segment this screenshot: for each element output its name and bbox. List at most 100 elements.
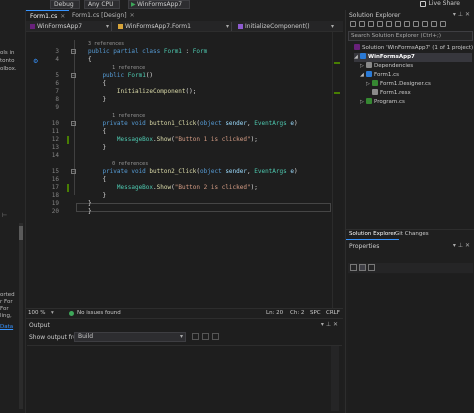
class-dropdown[interactable]: WinFormsApp7.Form1 ▾	[116, 22, 232, 31]
whitespace-status[interactable]: SPC	[310, 309, 321, 318]
zoom-level[interactable]: 100 %	[28, 309, 45, 318]
code-line[interactable]: 11 {	[26, 128, 331, 136]
line-number: 10	[51, 120, 59, 127]
code-text: MessageBox.Show("Button 1 is clicked");	[88, 136, 258, 144]
collapse-icon[interactable]: −	[71, 73, 76, 78]
code-line[interactable]: 19}	[26, 200, 331, 208]
code-lens-row[interactable]: 3 references	[26, 40, 331, 48]
code-line[interactable]: 10 − private void button1_Click(object se…	[26, 120, 331, 128]
refresh-icon[interactable]	[404, 21, 410, 27]
change-bar	[67, 136, 69, 144]
categorized-icon[interactable]	[350, 264, 357, 271]
output-title: Output	[29, 322, 50, 329]
line-ending-status[interactable]: CRLF	[326, 309, 340, 318]
issues-status[interactable]: No issues found	[77, 309, 121, 318]
show-all-files-icon[interactable]	[422, 21, 428, 27]
line-number: 18	[51, 192, 59, 199]
tab-form1-cs[interactable]: Form1.cs ✕	[26, 10, 70, 21]
code-token: Form1	[163, 48, 182, 55]
tree-item[interactable]: Form1.resx	[366, 89, 472, 98]
vertical-scrollbar[interactable]	[332, 32, 343, 315]
collapse-icon[interactable]: −	[71, 121, 76, 126]
column-status[interactable]: Ch: 2	[290, 309, 304, 318]
code-line[interactable]: 14	[26, 152, 331, 160]
code-token: }	[88, 200, 92, 207]
code-line[interactable]: 17 MessageBox.Show("Button 2 is clicked"…	[26, 184, 331, 192]
code-line[interactable]: 20}	[26, 208, 331, 216]
property-pages-icon[interactable]	[368, 264, 375, 271]
code-line[interactable]: 5 − public Form1()	[26, 72, 331, 80]
alphabetical-icon[interactable]	[359, 264, 366, 271]
breakpoint-margin-icon[interactable]: ⚙	[33, 58, 38, 65]
forward-icon[interactable]	[359, 21, 365, 27]
tab-git-changes[interactable]: Git Changes	[392, 230, 432, 239]
code-text: public partial class Form1 : Form	[88, 48, 207, 56]
csharp-file-icon	[366, 98, 372, 104]
change-bar	[67, 184, 69, 192]
line-number-status[interactable]: Ln: 20	[266, 309, 283, 318]
code-line[interactable]: 4{	[26, 56, 331, 64]
output-text-area[interactable]	[27, 345, 342, 413]
output-scrollbar[interactable]	[331, 346, 339, 411]
close-icon[interactable]: ✕	[130, 12, 135, 19]
properties-icon[interactable]	[431, 21, 437, 27]
code-lens-row[interactable]: 1 reference	[26, 64, 331, 72]
tree-item[interactable]: ◢ WinFormsApp7	[354, 53, 472, 62]
solution-search-input[interactable]: Search Solution Explorer (Ctrl+;)	[348, 31, 473, 41]
configuration-dropdown[interactable]: Debug	[50, 0, 80, 9]
tree-item-label: Program.cs	[374, 99, 405, 105]
line-number: 17	[51, 184, 59, 191]
platform-dropdown[interactable]: Any CPU	[84, 0, 120, 9]
method-icon	[238, 24, 243, 29]
form-icon	[366, 71, 372, 77]
code-line[interactable]: 7 InitializeComponent();	[26, 88, 331, 96]
close-icon[interactable]: ✕	[60, 13, 65, 20]
pane-pin-close-icons[interactable]: ▾ ⊥ ✕	[453, 11, 470, 18]
properties-pane-icons[interactable]: ▾ ⊥ ✕	[453, 242, 470, 249]
word-wrap-icon[interactable]	[212, 333, 219, 340]
collapse-all-icon[interactable]	[413, 21, 419, 27]
code-line[interactable]: 3 − public partial class Form1 : Form	[26, 48, 331, 56]
home-icon[interactable]	[368, 21, 374, 27]
tree-item[interactable]: ▷ Program.cs	[360, 98, 472, 107]
code-token: )	[293, 168, 298, 175]
code-line[interactable]: 13 }	[26, 144, 331, 152]
chevron-down-icon[interactable]: ▾	[51, 309, 54, 318]
sync-icon[interactable]	[395, 21, 401, 27]
code-line[interactable]: 16 {	[26, 176, 331, 184]
run-button[interactable]: ▶ WinFormsApp7	[128, 0, 190, 9]
code-line[interactable]: 15 − private void button2_Click(object se…	[26, 168, 331, 176]
code-text-area[interactable]: 3 references 3− public partial class Form1…	[26, 32, 343, 315]
pending-changes-icon[interactable]	[386, 21, 392, 27]
tree-item[interactable]: ▷ Form1.Designer.cs	[366, 80, 472, 89]
collapse-icon[interactable]: −	[71, 49, 76, 54]
panel-options-icon[interactable]: ▾ ⊥ ✕	[321, 321, 338, 328]
strip-scrollbar[interactable]	[19, 223, 23, 409]
strip-scroll-thumb[interactable]	[19, 226, 23, 240]
tab-form1-design[interactable]: Form1.cs [Design] ✕	[68, 10, 139, 21]
code-line[interactable]: 18 }	[26, 192, 331, 200]
output-source-dropdown[interactable]: Build ▾	[74, 332, 186, 342]
find-message-icon[interactable]	[192, 333, 199, 340]
pin-icon[interactable]: ⊢	[2, 212, 7, 219]
preview-icon[interactable]	[440, 21, 446, 27]
code-line[interactable]: 9	[26, 104, 331, 112]
scrollbar-change-mark	[334, 92, 340, 94]
live-share-button[interactable]: Live Share	[429, 0, 460, 8]
project-dropdown[interactable]: WinFormsApp7 ▾	[28, 22, 112, 31]
back-icon[interactable]	[350, 21, 356, 27]
code-line[interactable]: 8 }	[26, 96, 331, 104]
tree-item[interactable]: Solution 'WinFormsApp7' (1 of 1 project)	[348, 44, 473, 53]
code-lens-row[interactable]: 0 references	[26, 160, 331, 168]
code-line[interactable]: 12 MessageBox.Show("Button 1 is clicked"…	[26, 136, 331, 144]
code-line[interactable]: 6 {	[26, 80, 331, 88]
collapse-icon[interactable]: −	[71, 169, 76, 174]
switch-views-icon[interactable]	[377, 21, 383, 27]
member-dropdown[interactable]: InitializeComponent() ▾	[236, 22, 336, 31]
code-lens-row[interactable]: 1 reference	[26, 112, 331, 120]
tree-item[interactable]: ▷ Dependencies	[360, 62, 472, 71]
data-sources-link[interactable]: Data	[0, 324, 13, 331]
code-token: );	[250, 184, 258, 191]
clear-all-icon[interactable]	[202, 333, 209, 340]
tree-item[interactable]: ◢ Form1.cs	[360, 71, 472, 80]
